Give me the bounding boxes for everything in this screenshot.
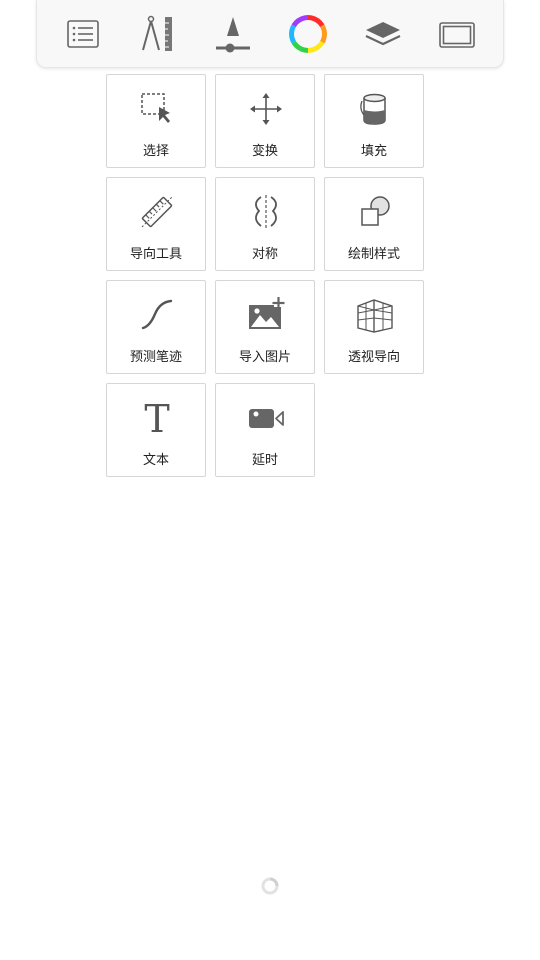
fill-bucket-icon (360, 93, 386, 125)
ruler-guide-icon (141, 196, 173, 228)
tool-label: 对称 (251, 247, 278, 262)
tool-label: 延时 (251, 453, 278, 468)
perspective-guide-icon (357, 299, 393, 333)
canvas-frame-button[interactable] (435, 12, 479, 56)
tool-perspective-guide[interactable]: 透视导向 (324, 280, 424, 374)
tool-predictive-stroke[interactable]: 预测笔迹 (106, 280, 206, 374)
tool-label: 选择 (142, 144, 169, 159)
tool-text[interactable]: T 文本 (106, 383, 206, 477)
color-button[interactable] (286, 12, 330, 56)
text-icon: T (144, 399, 169, 437)
shape-style-icon (361, 196, 390, 226)
brush-size-icon (216, 17, 250, 53)
svg-text:T: T (144, 399, 169, 437)
tool-timelapse[interactable]: 延时 (215, 383, 315, 477)
ruler-compass-icon (142, 15, 172, 51)
tool-label: 变换 (251, 144, 278, 159)
selection-icon (141, 93, 170, 123)
list-button[interactable] (61, 12, 105, 56)
loading-spinner-icon (261, 877, 279, 895)
tool-guide[interactable]: 导向工具 (106, 177, 206, 271)
brush-size-button[interactable] (211, 12, 255, 56)
top-toolbar (36, 0, 504, 68)
tool-label: 填充 (360, 144, 387, 159)
tool-symmetry[interactable]: 对称 (215, 177, 315, 271)
tool-label: 导向工具 (129, 247, 182, 262)
tool-label: 文本 (142, 453, 169, 468)
canvas-frame-icon (439, 22, 475, 48)
ruler-compass-button[interactable] (135, 12, 179, 56)
tool-import-image[interactable]: 导入图片 (215, 280, 315, 374)
import-image-icon (249, 297, 285, 329)
layers-icon (365, 22, 401, 46)
move-transform-icon (250, 93, 282, 125)
color-wheel-icon (289, 15, 327, 53)
tool-draw-style[interactable]: 绘制样式 (324, 177, 424, 271)
tool-label: 导入图片 (238, 350, 291, 365)
tool-fill[interactable]: 填充 (324, 74, 424, 168)
tool-label: 绘制样式 (347, 247, 400, 262)
symmetry-icon (255, 195, 277, 229)
tool-label: 预测笔迹 (129, 350, 182, 365)
timelapse-camera-icon (249, 409, 284, 428)
list-icon (67, 20, 99, 48)
tool-label: 透视导向 (347, 350, 400, 365)
predictive-stroke-icon (141, 299, 173, 330)
tool-select[interactable]: 选择 (106, 74, 206, 168)
layers-button[interactable] (361, 12, 405, 56)
tool-transform[interactable]: 变换 (215, 74, 315, 168)
